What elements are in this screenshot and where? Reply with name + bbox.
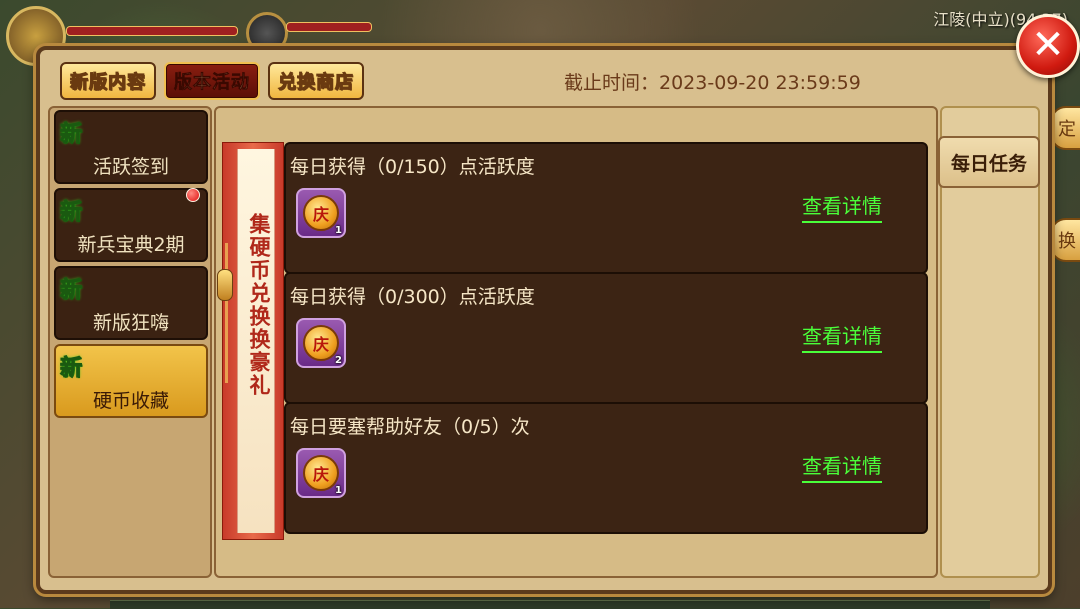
banner-title: 集硬币兑换换豪礼 [247, 213, 272, 397]
view-details-link[interactable]: 查看详情 [802, 450, 882, 483]
tab-exchange-shop[interactable]: 兑换商店 [268, 62, 364, 100]
right-tab-panel: 每日任务 [938, 106, 1040, 578]
scroll-rod [225, 243, 228, 383]
notification-dot-icon [186, 188, 200, 202]
coin-icon: 庆 [303, 455, 339, 491]
activity-window: 新版内容 版本活动 兑换商店 截止时间：2023-09-20 23:59:59 … [36, 46, 1052, 594]
sidebar-item-recruit-guide[interactable]: 新 新兵宝典2期 [54, 188, 208, 262]
sidebar-item-coin-collection[interactable]: 新 硬币收藏 [54, 344, 208, 418]
tab-version-events[interactable]: 版本活动 [164, 62, 260, 100]
tab-daily-tasks[interactable]: 每日任务 [938, 136, 1040, 188]
task-panel: 集硬币兑换换豪礼 每日获得（0/150）点活跃度 庆 1 查看详情 每日获得（0… [214, 106, 938, 578]
top-tabs: 新版内容 版本活动 兑换商店 [60, 62, 364, 100]
task-title: 每日获得（0/150）点活跃度 [290, 156, 535, 178]
player-hp-bar [66, 26, 238, 36]
reward-slot[interactable]: 庆 1 [296, 448, 346, 498]
reward-count: 1 [335, 225, 342, 236]
sidebar-item-label: 硬币收藏 [92, 390, 169, 412]
sidebar-item-active-signin[interactable]: 新 活跃签到 [54, 110, 208, 184]
scroll-knob-icon [217, 269, 233, 301]
reward-slot[interactable]: 庆 1 [296, 188, 346, 238]
event-banner-scroll: 集硬币兑换换豪礼 [217, 142, 284, 540]
task-title: 每日要塞帮助好友（0/5）次 [290, 416, 530, 438]
view-details-link[interactable]: 查看详情 [802, 320, 882, 353]
sidebar-item-label: 活跃签到 [92, 156, 169, 178]
banner-paper: 集硬币兑换换豪礼 [237, 149, 275, 533]
tab-new-content[interactable]: 新版内容 [60, 62, 156, 100]
game-hud: 江陵(中立)(94,37) [0, 0, 1080, 66]
new-badge: 新 [59, 200, 83, 226]
coin-icon: 庆 [303, 325, 339, 361]
reward-slot[interactable]: 庆 2 [296, 318, 346, 368]
new-badge: 新 [59, 356, 83, 382]
reward-count: 2 [335, 355, 342, 366]
coin-icon: 庆 [303, 195, 339, 231]
task-row: 每日要塞帮助好友（0/5）次 庆 1 查看详情 [284, 402, 928, 534]
edge-button-1[interactable]: 定 [1050, 106, 1080, 150]
view-details-link[interactable]: 查看详情 [802, 190, 882, 223]
new-badge: 新 [59, 122, 83, 148]
task-row: 每日获得（0/300）点活跃度 庆 2 查看详情 [284, 272, 928, 404]
close-icon: ✕ [1031, 22, 1065, 68]
task-title: 每日获得（0/300）点活跃度 [290, 286, 535, 308]
event-sidebar: 新 活跃签到 新 新兵宝典2期 新 新版狂嗨 新 硬币收藏 [48, 106, 212, 578]
task-row: 每日获得（0/150）点活跃度 庆 1 查看详情 [284, 142, 928, 274]
edge-button-2[interactable]: 换 [1050, 218, 1080, 262]
sidebar-item-label: 新兵宝典2期 [77, 234, 185, 256]
sidebar-item-label: 新版狂嗨 [92, 312, 169, 334]
new-badge: 新 [59, 278, 83, 304]
close-button[interactable]: ✕ [1016, 14, 1080, 78]
reward-count: 1 [335, 485, 342, 496]
deadline-text: 截止时间：2023-09-20 23:59:59 [564, 72, 861, 94]
sidebar-item-new-party[interactable]: 新 新版狂嗨 [54, 266, 208, 340]
target-hp-bar [286, 22, 372, 32]
